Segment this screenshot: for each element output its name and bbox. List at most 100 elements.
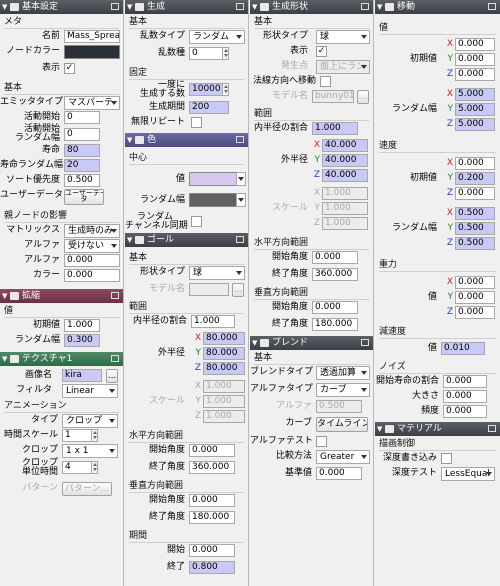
goal-inner-input[interactable]: 1.000	[191, 315, 235, 328]
user-data-button[interactable]: ユーザーデータ	[64, 189, 104, 205]
filter-dropdown[interactable]: Linear	[62, 384, 118, 398]
center-color-dropdown[interactable]	[236, 172, 246, 186]
emit-inner-input[interactable]: 1.000	[312, 122, 358, 135]
move-rand-x-input[interactable]: 5.000	[455, 88, 495, 101]
pin-icon[interactable]	[111, 3, 119, 10]
noise-freq-input[interactable]: 0.000	[443, 405, 487, 418]
infinite-repeat-checkbox[interactable]	[191, 117, 202, 128]
node-color-swatch[interactable]	[64, 45, 120, 59]
emit-scale-y-input[interactable]: 1.000	[322, 202, 368, 215]
noise-start-input[interactable]: 0.000	[443, 375, 487, 388]
emitter-type-dropdown[interactable]: マスパーテ	[64, 96, 120, 110]
image-name-input[interactable]: kira	[62, 369, 102, 382]
emit-show-checkbox[interactable]: ✓	[316, 46, 327, 57]
alpha-inherit-dropdown[interactable]: 受けない	[64, 239, 120, 253]
timeline-button[interactable]: タイムライン	[316, 417, 368, 432]
compare-dropdown[interactable]: Greater	[316, 450, 370, 464]
emit-scale-x-input[interactable]: 1.000	[322, 187, 368, 200]
panel-header-texture1[interactable]: ▼ テクスチャ1	[0, 352, 123, 366]
goal-scale-x-input[interactable]: 1.000	[203, 380, 245, 393]
random-color-dropdown[interactable]	[236, 193, 246, 207]
source-dropdown[interactable]: 面上にラン	[316, 60, 370, 74]
move-init-y-input[interactable]: 0.000	[455, 53, 495, 66]
show-checkbox[interactable]: ✓	[64, 63, 75, 74]
emit-outer-x-input[interactable]: 40.000	[322, 139, 368, 152]
panel-header-material[interactable]: ▼ マテリアル	[375, 422, 500, 436]
move-rand-y-input[interactable]: 5.000	[455, 103, 495, 116]
speed-init-y-input[interactable]: 0.200	[455, 172, 495, 185]
speed-rand-x-input[interactable]: 0.500	[455, 207, 495, 220]
move-init-x-input[interactable]: 0.000	[455, 38, 495, 51]
scale-random-input[interactable]: 0.300	[64, 334, 100, 347]
emit-shape-dropdown[interactable]: 球	[316, 30, 370, 44]
emit-h-end-input[interactable]: 360.000	[312, 268, 358, 281]
emit-v-start-input[interactable]: 0.000	[312, 301, 358, 314]
crop-dropdown[interactable]: 1 x 1	[62, 444, 118, 458]
goal-period-start-input[interactable]: 0.000	[189, 544, 235, 557]
panel-header-color[interactable]: ▼ 色	[125, 133, 248, 147]
speed-rand-y-input[interactable]: 0.500	[455, 222, 495, 235]
alpha-value-input[interactable]: 0.000	[64, 254, 120, 267]
life-random-input[interactable]: 20	[64, 159, 100, 172]
move-init-z-input[interactable]: 0.000	[455, 68, 495, 81]
goal-scale-z-input[interactable]: 1.000	[203, 410, 245, 423]
gravity-z-input[interactable]: 0.000	[455, 306, 495, 319]
matrix-dropdown[interactable]: 生成時のみ	[64, 224, 120, 238]
time-scale-input[interactable]: 1	[62, 429, 98, 442]
center-color-swatch[interactable]	[189, 172, 237, 186]
goal-v-start-input[interactable]: 0.000	[189, 494, 235, 507]
goal-outer-y-input[interactable]: 80.000	[203, 347, 245, 360]
browse-button[interactable]: ...	[232, 283, 244, 297]
panel-header-scale[interactable]: ▼ 拡縮	[0, 289, 123, 303]
depth-test-dropdown[interactable]: LessEqual	[441, 467, 495, 481]
alpha-test-checkbox[interactable]	[316, 436, 327, 447]
start-random-input[interactable]: 0	[64, 128, 100, 141]
random-color-swatch[interactable]	[189, 193, 237, 207]
emit-outer-y-input[interactable]: 40.000	[322, 154, 368, 167]
start-input[interactable]: 0	[64, 111, 100, 124]
seed-input[interactable]: 0	[189, 47, 229, 60]
normal-move-checkbox[interactable]	[320, 76, 331, 87]
emit-model-input[interactable]: bunny01	[312, 90, 354, 103]
goal-h-end-input[interactable]: 360.000	[189, 461, 235, 474]
reference-input[interactable]: 0.000	[316, 467, 362, 480]
panel-header-emit-shape[interactable]: ▼ 生成形状	[250, 0, 373, 14]
move-rand-z-input[interactable]: 5.000	[455, 118, 495, 131]
speed-rand-z-input[interactable]: 0.500	[455, 237, 495, 250]
random-type-dropdown[interactable]: ランダム	[189, 30, 245, 44]
gravity-y-input[interactable]: 0.000	[455, 291, 495, 304]
speed-init-x-input[interactable]: 0.000	[455, 157, 495, 170]
blend-type-dropdown[interactable]: 透過加算	[316, 366, 370, 380]
depth-write-checkbox[interactable]	[441, 453, 452, 464]
emit-h-start-input[interactable]: 0.000	[312, 251, 358, 264]
crop-unit-time-input[interactable]: 4	[62, 461, 98, 474]
blend-alpha-input[interactable]: 0.500	[316, 400, 362, 413]
browse-button[interactable]: ...	[106, 369, 118, 383]
scale-initial-input[interactable]: 1.000	[64, 319, 100, 332]
alpha-type-dropdown[interactable]: カーブ	[316, 383, 370, 397]
goal-model-input[interactable]	[189, 283, 229, 296]
goal-v-end-input[interactable]: 180.000	[189, 511, 235, 524]
period-input[interactable]: 200	[189, 101, 229, 114]
noise-size-input[interactable]: 0.000	[443, 390, 487, 403]
goal-outer-z-input[interactable]: 80.000	[203, 362, 245, 375]
goal-shape-dropdown[interactable]: 球	[189, 266, 245, 280]
once-count-input[interactable]: 10000	[189, 83, 229, 96]
goal-scale-y-input[interactable]: 1.000	[203, 395, 245, 408]
panel-header-blend[interactable]: ▼ ブレンド	[250, 336, 373, 350]
life-input[interactable]: 80	[64, 144, 100, 157]
goal-period-end-input[interactable]: 0.800	[189, 561, 235, 574]
emit-scale-z-input[interactable]: 1.000	[322, 217, 368, 230]
goal-h-start-input[interactable]: 0.000	[189, 444, 235, 457]
browse-button[interactable]: ...	[357, 90, 369, 104]
color-value-input[interactable]: 0.000	[64, 269, 120, 282]
panel-header-move[interactable]: ▼ 移動	[375, 0, 500, 14]
pattern-button[interactable]: パターン...	[62, 482, 112, 496]
name-input[interactable]: Mass_Spread2	[64, 30, 120, 43]
panel-header-basic-settings[interactable]: ▼ 基本設定	[0, 0, 123, 14]
channel-sync-checkbox[interactable]	[191, 216, 202, 227]
anim-type-dropdown[interactable]: クロップ	[62, 414, 118, 428]
deceleration-input[interactable]: 0.010	[441, 342, 485, 355]
gravity-x-input[interactable]: 0.000	[455, 276, 495, 289]
emit-outer-z-input[interactable]: 40.000	[322, 169, 368, 182]
